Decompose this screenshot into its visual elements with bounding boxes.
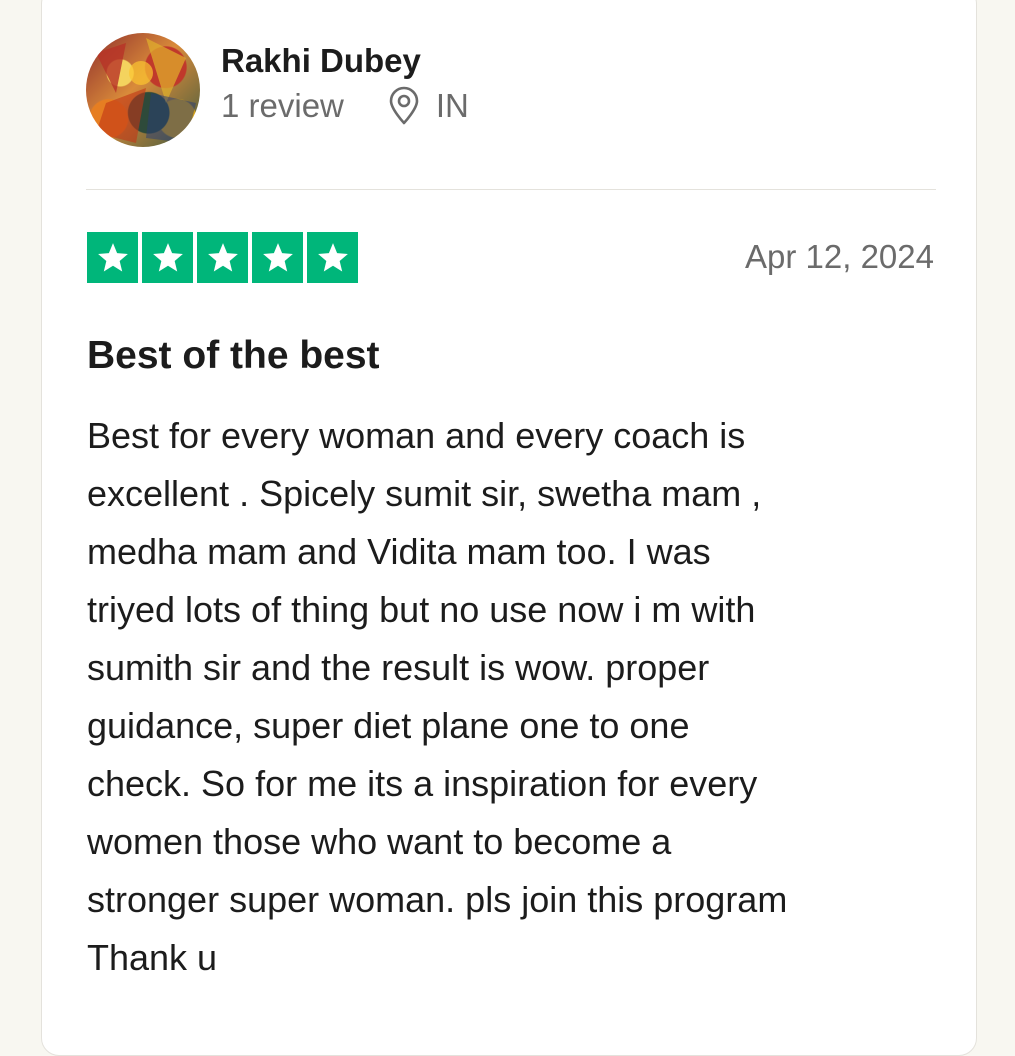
star-icon <box>307 232 358 283</box>
review-title[interactable]: Best of the best <box>87 334 380 378</box>
review-body-line: stronger super woman. pls join this prog… <box>87 879 788 920</box>
review-date: Apr 12, 2024 <box>745 238 934 275</box>
review-body-line: check. So for me its a inspiration for e… <box>87 763 758 804</box>
review-body-line: Best for every woman and every coach is <box>87 415 746 456</box>
review-body-line: women those who want to become a <box>87 821 672 862</box>
avatar[interactable] <box>86 33 200 147</box>
review-body-line: excellent . Spicely sumit sir, swetha ma… <box>87 473 762 514</box>
review-body-line: sumith sir and the result is wow. proper <box>87 647 710 688</box>
review-body-line: medha mam and Vidita mam too. I was <box>87 531 711 572</box>
review-card: Rakhi Dubey 1 review IN Apr 12, 2024 Bes… <box>41 0 977 1056</box>
reviewer-name[interactable]: Rakhi Dubey <box>221 42 421 80</box>
location-pin-icon <box>386 86 422 126</box>
star-icon <box>197 232 248 283</box>
star-icon <box>142 232 193 283</box>
star-icon <box>87 232 138 283</box>
review-body-line: triyed lots of thing but no use now i m … <box>87 589 756 630</box>
avatar-image <box>96 38 196 143</box>
star-rating <box>87 232 358 283</box>
review-body-line: guidance, super diet plane one to one <box>87 705 690 746</box>
review-body: Best for every woman and every coach is e… <box>87 407 947 987</box>
review-count: 1 review <box>221 87 344 124</box>
star-icon <box>252 232 303 283</box>
reviewer-country: IN <box>435 87 469 124</box>
divider <box>86 189 936 190</box>
review-body-line: Thank u <box>87 937 218 978</box>
reviewer-meta: 1 review IN <box>221 86 469 126</box>
